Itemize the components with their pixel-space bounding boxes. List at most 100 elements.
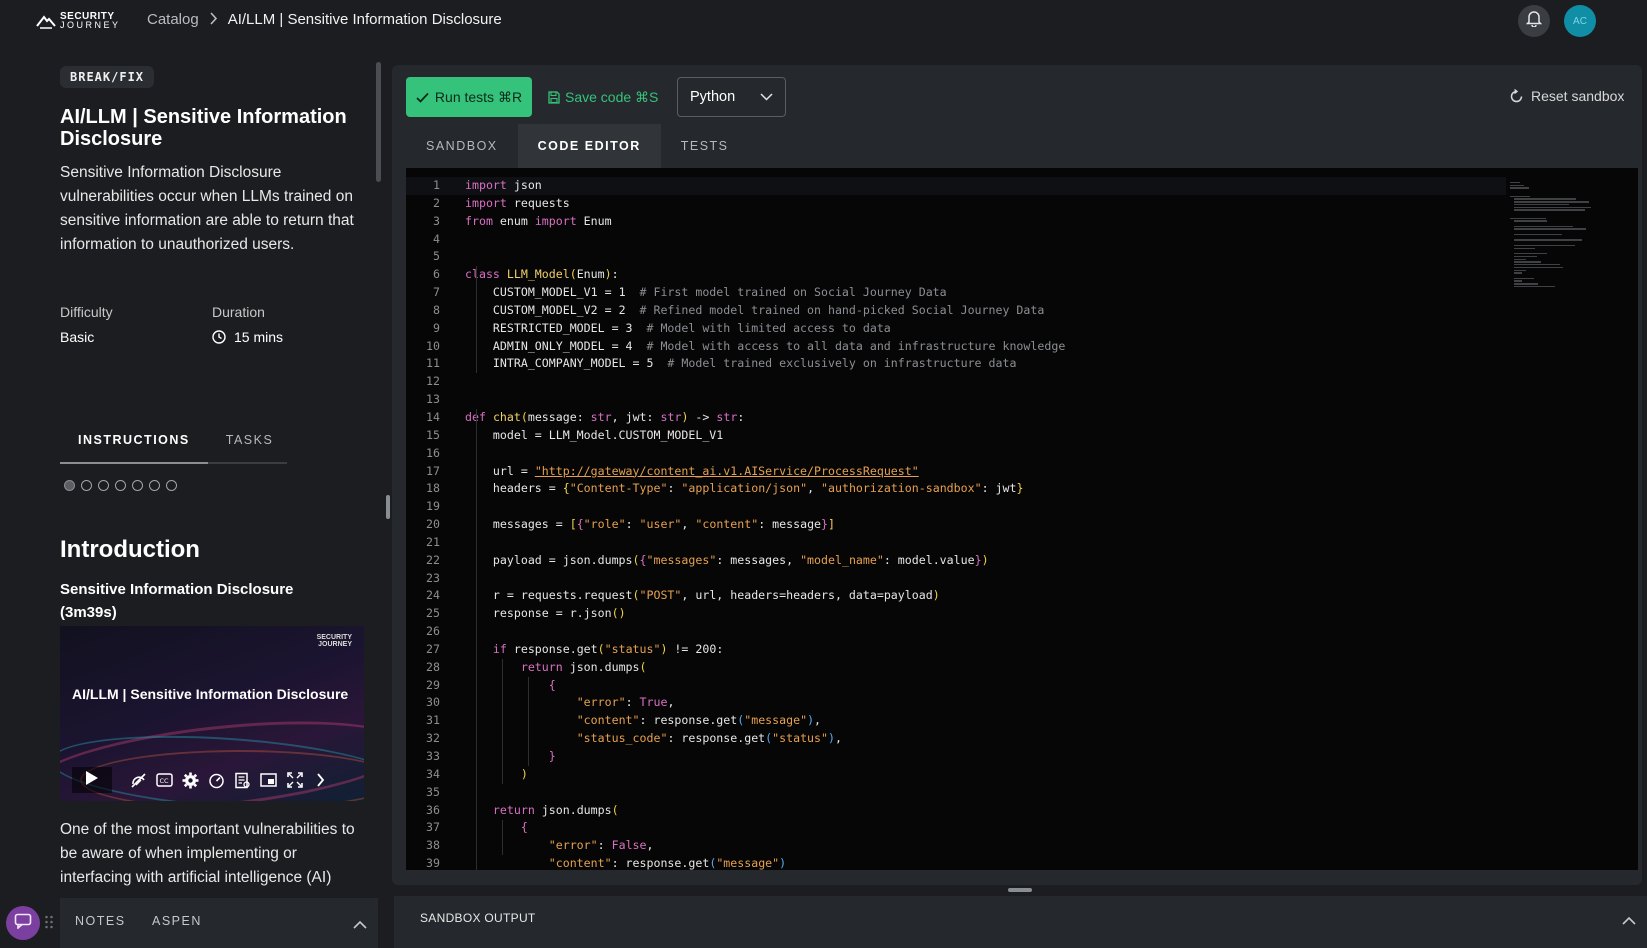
- chevron-right-icon[interactable]: [312, 772, 329, 789]
- code-line[interactable]: 26: [406, 623, 1506, 641]
- code-line[interactable]: 17 url = "http://gateway/content_ai.v1.A…: [406, 463, 1506, 481]
- line-number: 14: [426, 409, 440, 424]
- code-line[interactable]: 7 CUSTOM_MODEL_V1 = 1 # First model trai…: [406, 284, 1506, 302]
- line-number: 19: [426, 499, 440, 514]
- code-line[interactable]: 39 "content": response.get("message"): [406, 855, 1506, 870]
- line-content: "error": False,: [548, 838, 654, 853]
- panel-resize-handle[interactable]: [386, 495, 390, 519]
- chevron-up-icon[interactable]: [353, 916, 367, 929]
- step-dot[interactable]: [132, 480, 143, 491]
- code-line[interactable]: 31 "content": response.get("message"),: [406, 712, 1506, 730]
- code-editor[interactable]: 1 import json 2 import requests 3 from enum i…: [406, 168, 1638, 870]
- code-line[interactable]: 23: [406, 570, 1506, 588]
- editor-tabs: SANDBOX CODE EDITOR TESTS: [406, 124, 749, 168]
- line-number: 34: [426, 766, 440, 781]
- tab-tasks[interactable]: TASKS: [208, 422, 292, 462]
- video-player[interactable]: SECURITY JOURNEY AI/LLM | Sensitive Infor…: [60, 626, 364, 801]
- play-button[interactable]: [72, 767, 112, 793]
- line-content: if response.get("status") != 200:: [492, 641, 724, 656]
- tab-code-editor[interactable]: CODE EDITOR: [517, 124, 661, 168]
- code-line[interactable]: 25 response = r.json(): [406, 605, 1506, 623]
- tab-sandbox[interactable]: SANDBOX: [406, 124, 518, 168]
- tab-aspen[interactable]: ASPEN: [152, 914, 202, 928]
- code-line[interactable]: 29 {: [406, 677, 1506, 695]
- step-dot[interactable]: [115, 480, 126, 491]
- code-line[interactable]: 35: [406, 784, 1506, 802]
- tab-instructions[interactable]: INSTRUCTIONS: [60, 422, 208, 464]
- code-line[interactable]: 32 "status_code": response.get("status")…: [406, 730, 1506, 748]
- code-line[interactable]: 6 class LLM_Model(Enum):: [406, 266, 1506, 284]
- cc-icon[interactable]: CC: [156, 772, 173, 789]
- output-resize-handle[interactable]: [1008, 888, 1032, 892]
- code-line[interactable]: 24 r = requests.request("POST", url, hea…: [406, 587, 1506, 605]
- avatar[interactable]: AC: [1564, 5, 1596, 37]
- run-tests-label: Run tests ⌘R: [434, 88, 523, 105]
- pip-icon[interactable]: [260, 772, 277, 789]
- line-content: payload = json.dumps({"messages": messag…: [465, 552, 989, 567]
- code-line[interactable]: 11 INTRA_COMPANY_MODEL = 5 # Model train…: [406, 355, 1506, 373]
- lesson-body-text: One of the most important vulnerabilitie…: [60, 821, 355, 886]
- code-line[interactable]: 33 }: [406, 748, 1506, 766]
- step-dot[interactable]: [81, 480, 92, 491]
- code-line[interactable]: 28 return json.dumps(: [406, 659, 1506, 677]
- code-line[interactable]: 27 if response.get("status") != 200:: [406, 641, 1506, 659]
- code-line[interactable]: 38 "error": False,: [406, 837, 1506, 855]
- tab-notes[interactable]: NOTES: [75, 914, 126, 928]
- code-line[interactable]: 8 CUSTOM_MODEL_V2 = 2 # Refined model tr…: [406, 302, 1506, 320]
- code-line[interactable]: 13: [406, 391, 1506, 409]
- code-line[interactable]: 18 headers = {"Content-Type": "applicati…: [406, 480, 1506, 498]
- speed-off-icon[interactable]: [130, 772, 147, 789]
- line-content: INTRA_COMPANY_MODEL = 5 # Model trained …: [465, 356, 1017, 371]
- code-line[interactable]: 2 import requests: [406, 195, 1506, 213]
- lesson-panel: BREAK/FIX AI/LLM | Sensitive Information…: [0, 62, 380, 896]
- lesson-type-badge: BREAK/FIX: [60, 66, 155, 88]
- code-line[interactable]: 14 def chat(message: str, jwt: str) -> st…: [406, 409, 1506, 427]
- line-content: {: [548, 677, 556, 692]
- code-line[interactable]: 3 from enum import Enum: [406, 213, 1506, 231]
- line-number: 36: [426, 802, 440, 817]
- save-code-label: Save code ⌘S: [565, 88, 659, 105]
- code-line[interactable]: 20 messages = [{"role": "user", "content…: [406, 516, 1506, 534]
- step-dot[interactable]: [64, 480, 75, 491]
- step-dot[interactable]: [98, 480, 109, 491]
- code-minimap[interactable]: [1510, 182, 1595, 288]
- step-dot[interactable]: [166, 480, 177, 491]
- code-line[interactable]: 15 model = LLM_Model.CUSTOM_MODEL_V1: [406, 427, 1506, 445]
- fullscreen-icon[interactable]: [286, 772, 303, 789]
- tab-tests[interactable]: TESTS: [661, 124, 749, 168]
- breadcrumb-catalog-link[interactable]: Catalog: [147, 11, 199, 28]
- gauge-icon[interactable]: [208, 772, 225, 789]
- line-number: 2: [433, 195, 440, 210]
- drag-handle-icon[interactable]: [44, 914, 54, 930]
- code-line[interactable]: 9 RESTRICTED_MODEL = 3 # Model with limi…: [406, 320, 1506, 338]
- language-select[interactable]: Python: [677, 77, 786, 117]
- code-line[interactable]: 22 payload = json.dumps({"messages": mes…: [406, 552, 1506, 570]
- step-dot[interactable]: [149, 480, 160, 491]
- transcript-icon[interactable]: [234, 772, 251, 789]
- chevron-up-icon[interactable]: [1622, 912, 1636, 925]
- code-line[interactable]: 5: [406, 248, 1506, 266]
- gear-icon[interactable]: [182, 772, 199, 789]
- code-line[interactable]: 19: [406, 498, 1506, 516]
- code-line[interactable]: 36 return json.dumps(: [406, 802, 1506, 820]
- code-line[interactable]: 16: [406, 445, 1506, 463]
- notifications-button[interactable]: [1518, 5, 1550, 37]
- run-tests-button[interactable]: Run tests ⌘R: [406, 77, 532, 117]
- code-line[interactable]: 21: [406, 534, 1506, 552]
- chat-button[interactable]: [6, 906, 40, 940]
- code-line[interactable]: 37 {: [406, 819, 1506, 837]
- code-line[interactable]: 10 ADMIN_ONLY_MODEL = 4 # Model with acc…: [406, 338, 1506, 356]
- reset-sandbox-button[interactable]: Reset sandbox: [1510, 88, 1624, 104]
- save-code-button[interactable]: Save code ⌘S: [548, 77, 658, 117]
- line-number: 29: [426, 677, 440, 692]
- line-number: 33: [426, 749, 440, 763]
- code-line[interactable]: 1 import json: [406, 177, 1506, 195]
- section-heading: Introduction: [60, 536, 200, 563]
- code-line[interactable]: 34 ): [406, 766, 1506, 784]
- lesson-scrollbar[interactable]: [376, 62, 381, 182]
- code-line[interactable]: 4: [406, 231, 1506, 249]
- logo[interactable]: SECURITY JOURNEY: [36, 10, 132, 32]
- code-line[interactable]: 30 "error": True,: [406, 694, 1506, 712]
- notes-panel-bar: NOTES ASPEN: [60, 898, 378, 948]
- code-line[interactable]: 12: [406, 373, 1506, 391]
